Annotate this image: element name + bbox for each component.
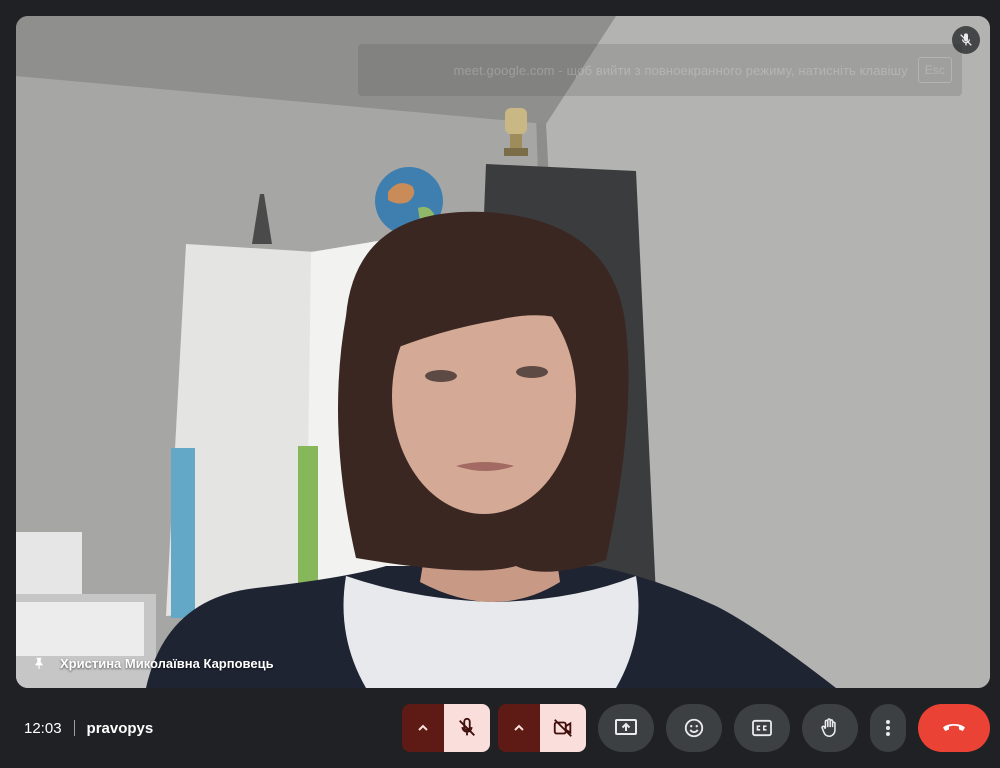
leave-call-button[interactable]: [918, 704, 990, 752]
more-options-button[interactable]: [870, 704, 906, 752]
microphone-control: [402, 704, 490, 752]
raise-hand-icon: [821, 718, 836, 738]
send-reaction-button[interactable]: [666, 704, 722, 752]
fullscreen-notice: meet.google.com - щоб вийти з повноекран…: [358, 44, 962, 96]
fullscreen-notice-text: meet.google.com - щоб вийти з повноекран…: [453, 62, 908, 78]
call-end-icon: [943, 724, 965, 731]
emoji-icon: [684, 718, 704, 738]
esc-key-hint: Esc: [917, 57, 952, 83]
more-vert-icon: [886, 720, 890, 736]
chevron-up-icon: [418, 724, 428, 731]
present-now-button[interactable]: [598, 704, 654, 752]
mic-off-icon: [459, 717, 475, 736]
raise-hand-button[interactable]: [802, 704, 858, 752]
chevron-up-icon: [514, 724, 524, 731]
closed-captions-icon: [752, 719, 772, 737]
camera-off-icon: [553, 719, 572, 737]
toggle-camera-button[interactable]: [540, 704, 586, 752]
pin-icon[interactable]: [32, 655, 46, 671]
participant-name-tag: Христина Миколаївна Карповець: [32, 652, 274, 674]
meeting-details: 12:03 pravopys: [24, 716, 153, 740]
meeting-code[interactable]: pravopys: [87, 720, 154, 737]
participant-muted-badge: [952, 26, 980, 54]
participant-video-tile: meet.google.com - щоб вийти з повноекран…: [16, 16, 990, 688]
camera-feed-image: [16, 16, 990, 688]
video-settings-button[interactable]: [498, 704, 540, 752]
present-screen-icon: [615, 719, 637, 735]
audio-settings-button[interactable]: [402, 704, 444, 752]
divider: [73, 720, 75, 736]
participant-name: Христина Миколаївна Карповець: [60, 655, 274, 671]
captions-button[interactable]: [734, 704, 790, 752]
mic-off-icon: [960, 33, 972, 46]
toggle-microphone-button[interactable]: [444, 704, 490, 752]
meeting-time: 12:03: [24, 719, 62, 737]
call-controls: [402, 704, 990, 752]
camera-control: [498, 704, 586, 752]
